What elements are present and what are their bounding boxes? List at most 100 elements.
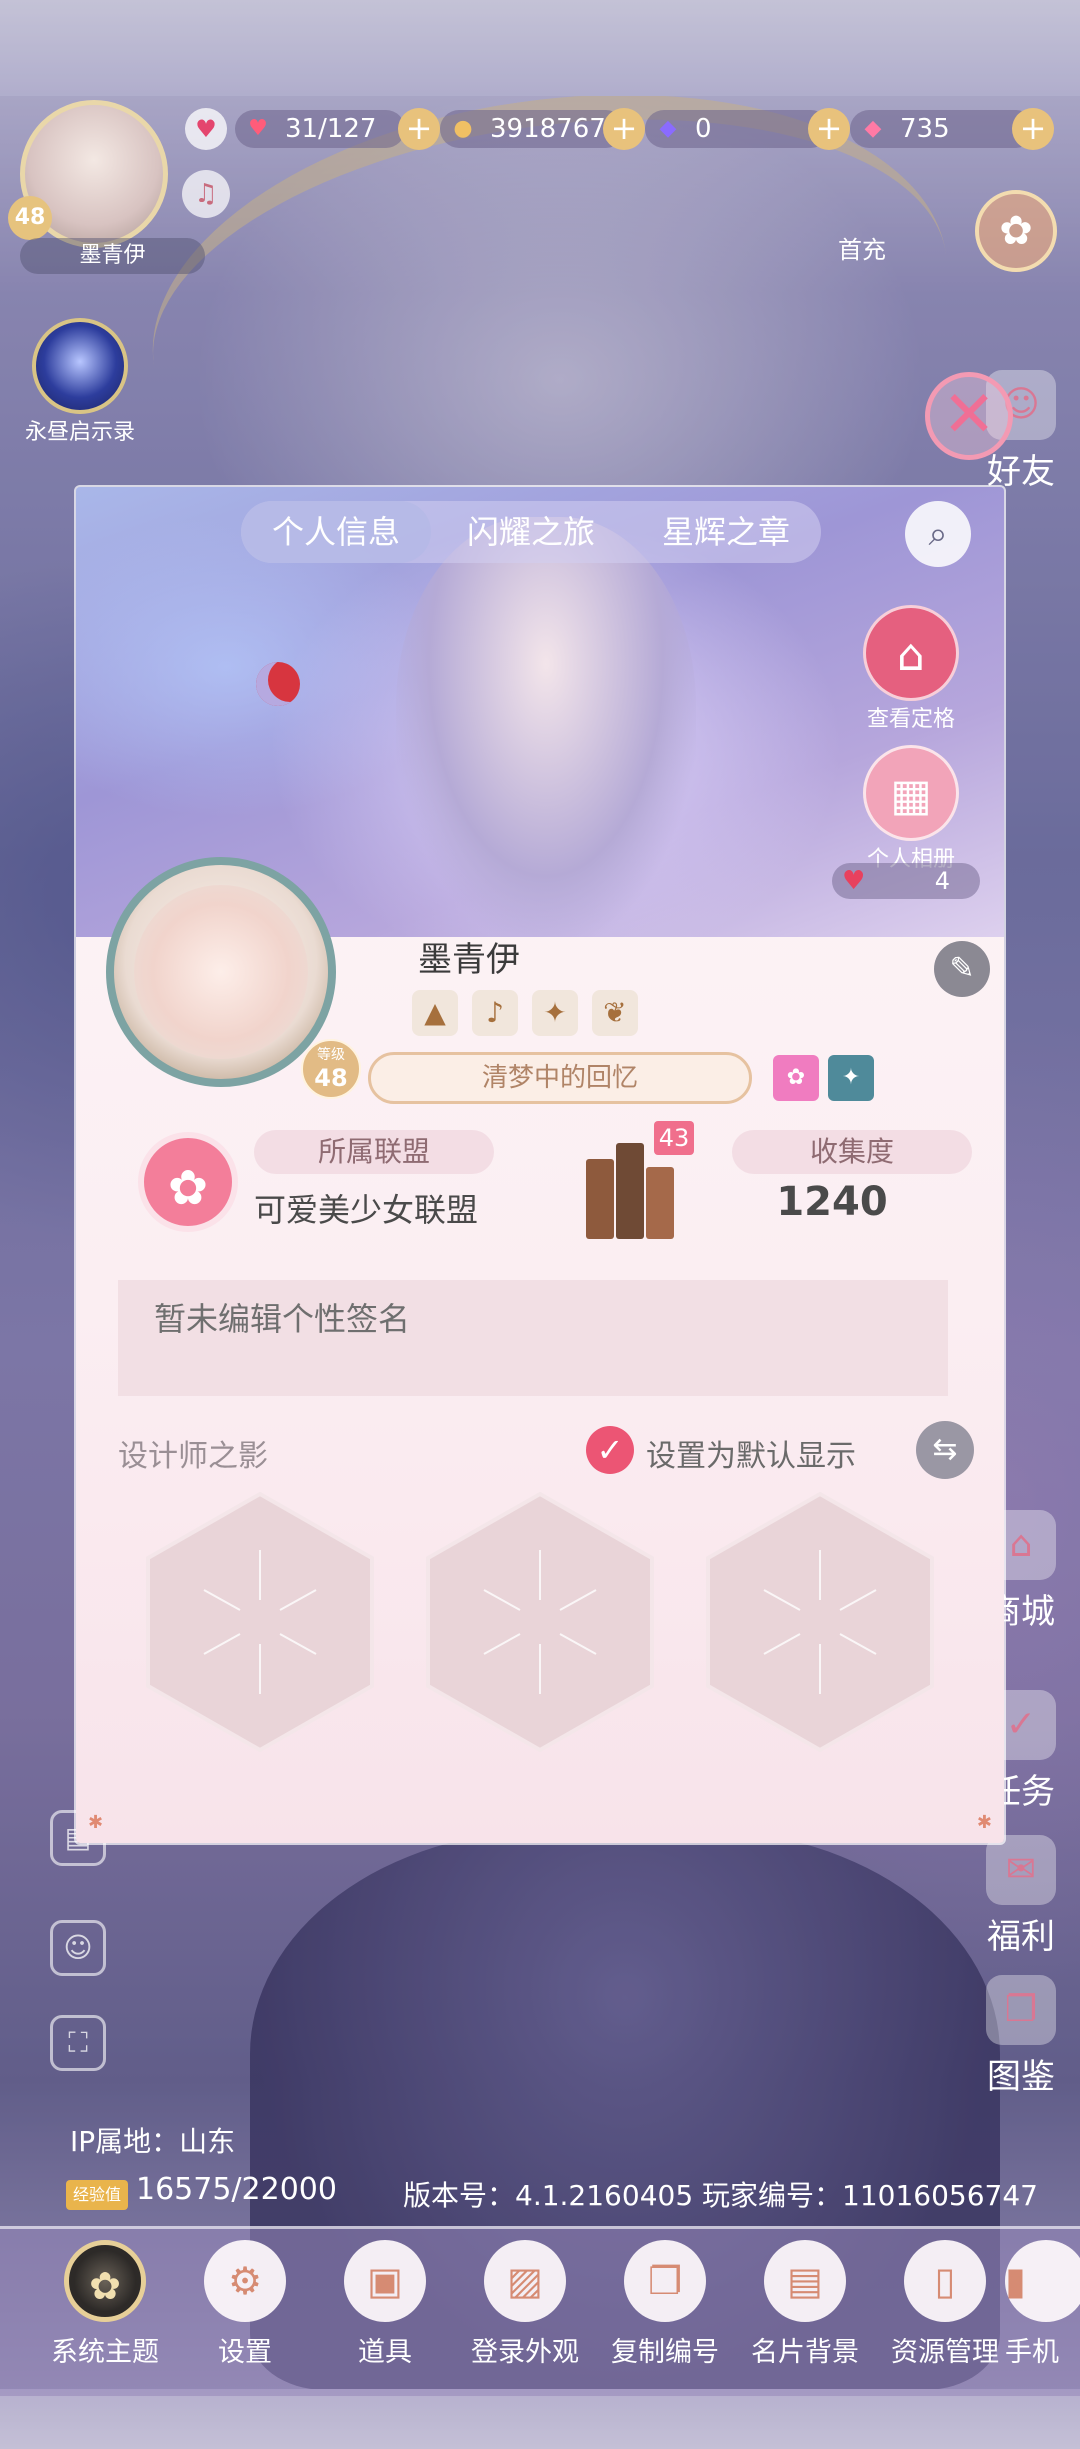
first-charge-icon[interactable]: ✿ [975, 190, 1057, 272]
stamina-value: 31/127 [285, 114, 377, 144]
exp-value: 16575/22000 [136, 2172, 337, 2207]
picture-icon: ▨ [484, 2240, 566, 2322]
signature-text: 暂未编辑个性签名 [154, 1300, 411, 1338]
file-icon: ▯ [904, 2240, 986, 2322]
view-showcase-button[interactable]: ⌂ 查看定格 [846, 605, 976, 733]
diamond-value: 735 [900, 114, 950, 144]
first-charge-label[interactable]: 首充 [838, 230, 886, 265]
player-level-badge: 48 [8, 196, 52, 240]
gold-coin-icon: ● [453, 116, 473, 141]
left-event-entry[interactable]: 永昼启示录 [20, 318, 140, 446]
corner-star-icon: ✱ [976, 1812, 992, 1833]
profile-name: 墨青伊 [418, 940, 520, 980]
like-heart-icon: ♥ [842, 866, 866, 896]
tab-personal-info[interactable]: 个人信息 [241, 501, 431, 563]
menu-login-appearance[interactable]: ▨ 登录外观 [460, 2240, 590, 2369]
alliance-name[interactable]: 可爱美少女联盟 [254, 1185, 478, 1231]
designer-slot-3[interactable] [704, 1490, 936, 1754]
close-panel-button[interactable]: ✕ [925, 372, 1013, 460]
pink-badge-icon[interactable]: ✿ [773, 1055, 819, 1101]
menu-resource-management[interactable]: ▯ 资源管理 [880, 2240, 1010, 2369]
left-event-label: 永昼启示录 [24, 420, 135, 445]
teal-badge-icon[interactable]: ✦ [828, 1055, 874, 1101]
gear-icon: ⚙ [204, 2240, 286, 2322]
search-icon[interactable]: ⌕ [905, 501, 971, 567]
copy-icon: ❐ [624, 2240, 706, 2322]
collection-value: 1240 [776, 1179, 888, 1225]
alliance-label: 所属联盟 [254, 1130, 494, 1174]
signature-box[interactable]: 暂未编辑个性签名 [118, 1280, 948, 1396]
designer-slot-2[interactable] [424, 1490, 656, 1754]
moon-ornament [256, 662, 300, 706]
add-stamina-button[interactable]: + [398, 108, 440, 150]
crystal-value: 0 [695, 114, 712, 144]
badge-1-icon[interactable]: ▲ [412, 990, 458, 1036]
level-value: 48 [314, 1064, 348, 1092]
likes-count: 4 [934, 867, 950, 895]
fullscreen-icon[interactable]: ⛶ [50, 2015, 106, 2071]
favorite-heart-icon[interactable]: ♥ [185, 108, 227, 150]
theme-icon: ✿ [64, 2240, 146, 2322]
designer-slot-1[interactable] [144, 1490, 376, 1754]
menu-items[interactable]: ▣ 道具 [320, 2240, 450, 2369]
diamond-icon: ◆ [864, 116, 882, 141]
player-name: 墨青伊 [20, 238, 205, 274]
ip-location: IP属地：山东 [70, 2125, 236, 2158]
alliance-fan-icon[interactable]: ✿ [138, 1132, 238, 1232]
gift-icon: ✉ [986, 1835, 1056, 1905]
album-button[interactable]: ▦ 个人相册 [846, 745, 976, 873]
profile-avatar [134, 885, 308, 1059]
default-display-label[interactable]: 设置为默认显示 [646, 1431, 856, 1475]
menu-phone[interactable]: ▮ 手机 [1005, 2240, 1080, 2369]
item-icon: ▣ [344, 2240, 426, 2322]
badge-4-icon[interactable]: ❦ [592, 990, 638, 1036]
tab-starlight-chapter[interactable]: 星辉之章 [631, 501, 821, 563]
profile-panel: 个人信息 闪耀之旅 星辉之章 ⌕ ⌂ 查看定格 ▦ 个人相册 ♥ 4 等级 48… [76, 487, 1004, 1843]
menu-system-theme[interactable]: ✿ 系统主题 [40, 2240, 170, 2369]
menu-label: 设置 [218, 2337, 272, 2368]
chat-icon[interactable]: ☺ [50, 1920, 106, 1976]
book-icon: ❐ [986, 1975, 1056, 2045]
menu-label: 资源管理 [891, 2337, 999, 2368]
menu-label: 手机 [1005, 2337, 1059, 2368]
edit-pencil-icon[interactable]: ✎ [934, 941, 990, 997]
menu-card-background[interactable]: ▤ 名片背景 [740, 2240, 870, 2369]
menu-label: 道具 [358, 2337, 412, 2368]
phone-icon: ▮ [1005, 2240, 1080, 2322]
likes-pill[interactable]: ♥ 4 [832, 863, 980, 899]
stamina-bar: ♥ 31/127 [235, 110, 405, 148]
music-note-icon[interactable]: ♫ [182, 170, 230, 218]
view-showcase-label: 查看定格 [866, 707, 955, 732]
house-icon: ⌂ [863, 605, 959, 701]
menu-settings[interactable]: ⚙ 设置 [180, 2240, 310, 2369]
dock-codex-label: 图鉴 [987, 2057, 1055, 2097]
profile-level-badge: 等级 48 [301, 1039, 361, 1099]
add-gold-button[interactable]: + [603, 108, 645, 150]
tab-shining-journey[interactable]: 闪耀之旅 [436, 501, 626, 563]
player-title-pill[interactable]: 清梦中的回忆 [368, 1052, 752, 1104]
badge-3-icon[interactable]: ✦ [532, 990, 578, 1036]
badge-2-icon[interactable]: ♪ [472, 990, 518, 1036]
diamond-bar: ◆ 735 [850, 110, 1035, 148]
corner-star-icon: ✱ [88, 1812, 104, 1833]
menu-copy-id[interactable]: ❐ 复制编号 [600, 2240, 730, 2369]
dock-welfare-label: 福利 [987, 1917, 1055, 1957]
album-icon: ▦ [863, 745, 959, 841]
menu-label: 名片背景 [751, 2337, 859, 2368]
profile-tabs: 个人信息 闪耀之旅 星辉之章 [241, 501, 821, 563]
level-label: 等级 [317, 1047, 345, 1063]
crystal-bar: ◆ 0 [645, 110, 830, 148]
stamina-heart-icon: ♥ [248, 116, 268, 141]
menu-label: 系统主题 [51, 2337, 159, 2368]
collection-label: 收集度 [732, 1130, 972, 1174]
dock-codex[interactable]: ❐ 图鉴 [976, 1975, 1066, 2098]
add-diamond-button[interactable]: + [1012, 108, 1054, 150]
dock-welfare[interactable]: ✉ 福利 [976, 1835, 1066, 1958]
swap-arrows-icon[interactable]: ⇆ [916, 1421, 974, 1479]
add-crystal-button[interactable]: + [808, 108, 850, 150]
default-display-checkbox[interactable]: ✓ [586, 1426, 634, 1474]
exp-tag: 经验值 [66, 2180, 128, 2210]
crystal-icon: ◆ [659, 116, 677, 141]
gold-bar: ● 3918767 [440, 110, 625, 148]
event-orb-icon [32, 318, 128, 414]
